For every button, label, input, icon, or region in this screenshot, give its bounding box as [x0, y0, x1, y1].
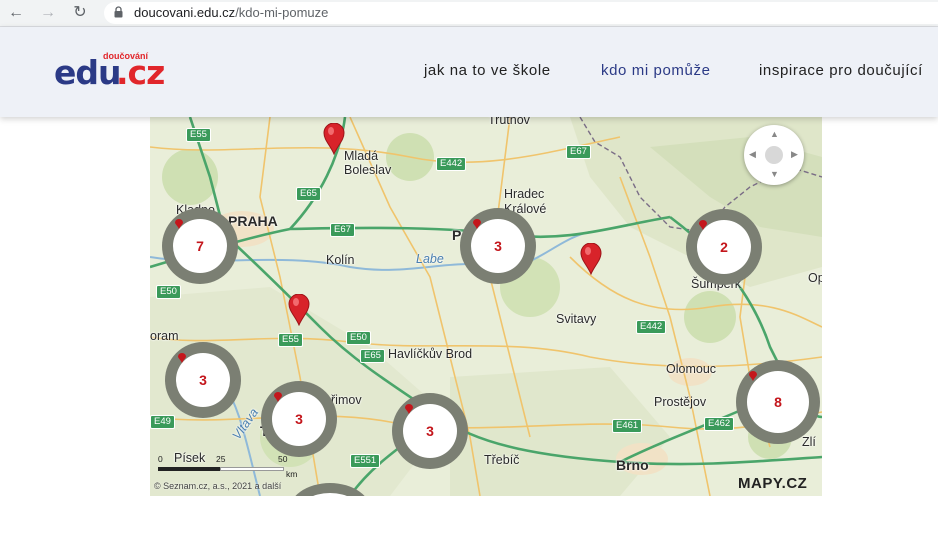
map-scale: 0 25 50 km: [158, 454, 297, 479]
map-base-layer: [150, 117, 822, 496]
cluster-count: 3: [199, 372, 207, 388]
map-pan-control[interactable]: ▲ ▼ ◀ ▶: [744, 125, 804, 185]
place-kolin: Kolín: [326, 253, 355, 267]
place-zlin: Zlí: [802, 435, 816, 449]
place-labe: Labe: [416, 252, 444, 266]
url-host: doucovani.edu.cz: [134, 5, 236, 20]
cluster-count: 7: [196, 238, 204, 254]
place-svitavy: Svitavy: [556, 312, 597, 326]
url-path: /kdo-mi-pomuze: [235, 5, 329, 20]
map-cluster[interactable]: 2: [686, 209, 762, 285]
place-hradec: Hradec: [504, 187, 545, 201]
pan-down-icon[interactable]: ▼: [770, 169, 779, 179]
map-cluster[interactable]: 3: [392, 393, 468, 469]
logo-sub-text: doučování: [103, 51, 149, 61]
cluster-count: 3: [494, 238, 502, 254]
scale-label-50: 50: [278, 454, 288, 464]
map-marker-pin[interactable]: [323, 123, 345, 155]
road-shield: E442: [636, 320, 667, 334]
road-shield: E551: [350, 454, 381, 468]
place-oram: oram: [150, 329, 179, 343]
site-header: edu .cz doučování jak na to ve škole kdo…: [0, 27, 938, 117]
map-marker-pin[interactable]: [580, 243, 602, 275]
place-brno: Brno: [616, 457, 649, 473]
scale-bar-light: [220, 467, 284, 471]
arrow-right-icon[interactable]: →: [38, 3, 58, 23]
url-text: doucovani.edu.cz/kdo-mi-pomuze: [134, 5, 328, 20]
place-olomouc: Olomouc: [666, 362, 717, 376]
scale-label-25: 25: [216, 454, 226, 464]
road-shield: E50: [346, 331, 371, 345]
road-shield: E67: [566, 145, 591, 159]
cluster-count: 2: [720, 239, 728, 255]
road-shield: E49: [150, 415, 175, 429]
map-cluster[interactable]: 8: [736, 360, 820, 444]
place-trutnov: Trutnov: [488, 117, 530, 127]
pan-left-icon[interactable]: ◀: [749, 149, 756, 160]
browser-toolbar: ← → ↻ doucovani.edu.cz/kdo-mi-pomuze: [0, 0, 938, 27]
place-op: Op: [808, 271, 822, 285]
map-marker-pin[interactable]: [288, 294, 310, 326]
map-view[interactable]: Trutnov Mladá Boleslav Hradec Králové Kl…: [150, 117, 822, 496]
road-shield: E55: [186, 128, 211, 142]
pan-right-icon[interactable]: ▶: [791, 149, 798, 160]
marker-mini-icon: [405, 404, 413, 414]
marker-mini-icon: [178, 353, 186, 363]
marker-mini-icon: [749, 371, 757, 381]
road-shield: E65: [360, 349, 385, 363]
road-shield: E442: [436, 157, 467, 171]
nav-item-kdo-mi-pomuze[interactable]: kdo mi pomůže: [601, 62, 711, 79]
reload-icon[interactable]: ↻: [70, 3, 90, 23]
marker-mini-icon: [699, 220, 707, 230]
scale-bar-dark: [158, 467, 220, 471]
cluster-count: 3: [295, 411, 303, 427]
pan-center-icon[interactable]: [765, 146, 783, 164]
map-cluster[interactable]: 3: [460, 208, 536, 284]
road-shield: E65: [296, 187, 321, 201]
nav-item-jak-na-to[interactable]: jak na to ve škole: [424, 62, 551, 79]
marker-mini-icon: [473, 219, 481, 229]
place-mlada: Mladá: [344, 149, 379, 163]
map-cluster[interactable]: 7: [162, 208, 238, 284]
road-shield: E461: [612, 419, 643, 433]
place-havlickuv: Havlíčkův Brod: [388, 347, 473, 361]
marker-mini-icon: [175, 219, 183, 229]
mapy-cz-logo[interactable]: MAPY.CZ: [738, 475, 807, 492]
place-boleslav: Boleslav: [344, 163, 392, 177]
address-bar[interactable]: doucovani.edu.cz/kdo-mi-pomuze: [104, 2, 938, 24]
nav-item-inspirace[interactable]: inspirace pro doučující: [759, 62, 923, 79]
arrow-left-icon[interactable]: ←: [6, 3, 26, 23]
lock-icon: [114, 6, 123, 18]
scale-unit: km: [286, 469, 298, 479]
place-trebic: Třebíč: [484, 453, 520, 467]
place-prostejov: Prostějov: [654, 395, 707, 409]
road-shield: E67: [330, 223, 355, 237]
marker-mini-icon: [274, 392, 282, 402]
scale-label-0: 0: [158, 454, 163, 464]
cluster-count: 3: [426, 423, 434, 439]
pan-up-icon[interactable]: ▲: [770, 129, 779, 139]
map-cluster[interactable]: 3: [165, 342, 241, 418]
road-shield: E462: [704, 417, 735, 431]
site-logo[interactable]: edu .cz doučování: [54, 51, 184, 97]
road-shield: E55: [278, 333, 303, 347]
road-shield: E50: [156, 285, 181, 299]
map-copyright[interactable]: © Seznam.cz, a.s., 2021 a další: [154, 481, 281, 491]
map-cluster[interactable]: 3: [261, 381, 337, 457]
cluster-count: 8: [774, 394, 782, 410]
place-praha: PRAHA: [228, 213, 278, 229]
